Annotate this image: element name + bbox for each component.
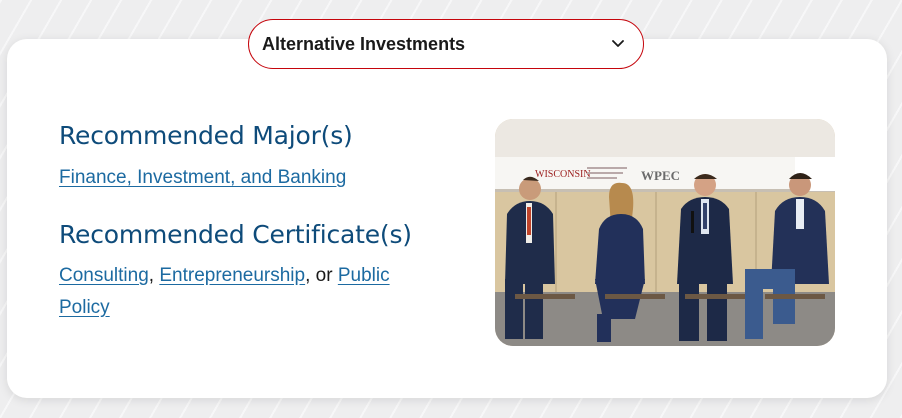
chevron-down-icon: [611, 37, 625, 51]
certificate-link-entrepreneurship[interactable]: Entrepreneurship: [159, 265, 305, 286]
banner-text-wisconsin: WISCONSIN: [535, 169, 591, 180]
major-link-finance[interactable]: Finance, Investment, and Banking: [59, 167, 346, 188]
certificates-heading: Recommended Certificate(s): [59, 220, 412, 249]
panel-discussion-photo: WISCONSIN WPEC: [495, 119, 835, 346]
certificate-link-consulting[interactable]: Consulting: [59, 265, 149, 286]
program-select[interactable]: Alternative Investments: [248, 19, 644, 69]
certificate-separator: , or: [305, 265, 338, 286]
majors-heading: Recommended Major(s): [59, 121, 353, 150]
majors-list: Finance, Investment, and Banking: [59, 162, 346, 194]
banner-text-wpec: WPEC: [641, 168, 680, 183]
certificates-list: Consulting, Entrepreneurship, or Public …: [59, 260, 439, 324]
select-value: Alternative Investments: [262, 33, 466, 54]
certificate-separator: ,: [148, 265, 160, 286]
